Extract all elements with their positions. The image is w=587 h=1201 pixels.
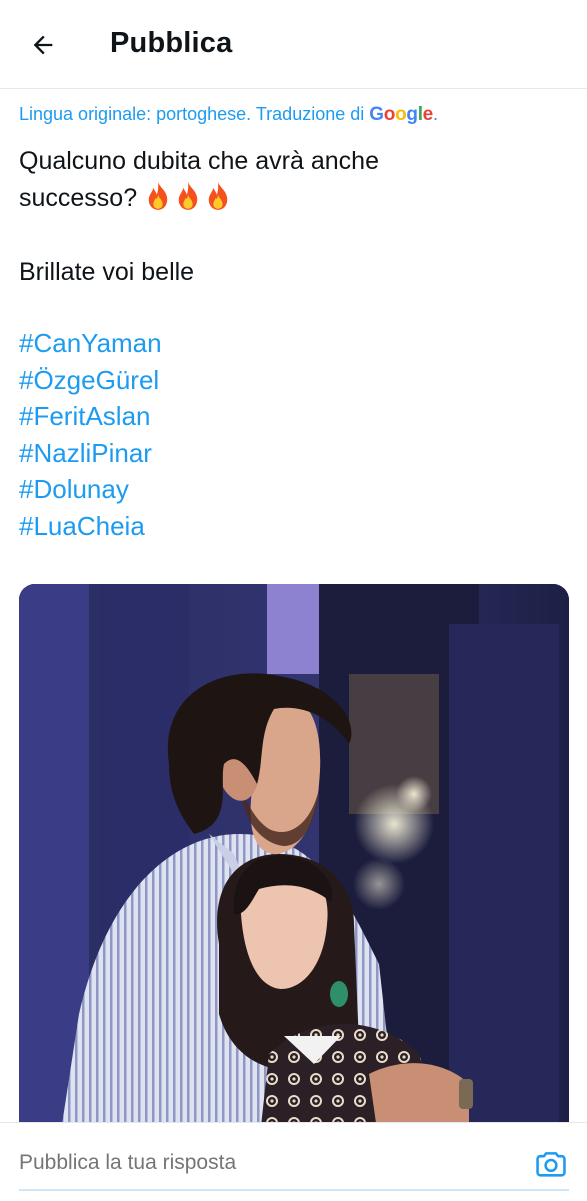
- back-button[interactable]: [22, 24, 64, 66]
- hashtag-link[interactable]: #FeritAslan: [19, 398, 162, 435]
- camera-icon: [536, 1152, 566, 1177]
- tweet-line-2: successo?: [19, 180, 564, 217]
- hashtag-link[interactable]: #Dolunay: [19, 471, 162, 508]
- top-bar: Pubblica: [0, 0, 587, 89]
- tweet-line-1: Qualcuno dubita che avrà anche: [19, 147, 379, 175]
- hashtag-list: #CanYaman #ÖzgeGürel #FeritAslan #NazliP…: [19, 325, 162, 544]
- tweet-text: Qualcuno dubita che avrà anche successo?…: [19, 143, 564, 291]
- reply-input-underline: [19, 1189, 569, 1191]
- camera-button[interactable]: [531, 1144, 571, 1184]
- page-title: Pubblica: [110, 27, 233, 59]
- google-logo[interactable]: Google: [369, 104, 433, 125]
- fire-emoji-group: [144, 182, 234, 212]
- hashtag-link[interactable]: #LuaCheia: [19, 508, 162, 545]
- translation-notice: Lingua originale: portoghese. Traduzione…: [19, 104, 438, 125]
- translation-label: Lingua originale: portoghese. Traduzione…: [19, 104, 365, 124]
- fire-icon: [148, 182, 168, 210]
- fire-icon: [208, 182, 228, 210]
- tweet-photo[interactable]: [19, 584, 569, 1144]
- hashtag-link[interactable]: #ÖzgeGürel: [19, 362, 162, 399]
- tweet-line-3: Brillate voi belle: [19, 258, 195, 286]
- reply-composer: [0, 1122, 587, 1201]
- reply-input[interactable]: [19, 1151, 499, 1175]
- fire-icon: [178, 182, 198, 210]
- photo-illustration: [19, 584, 569, 1144]
- arrow-left-icon: [33, 35, 53, 55]
- hashtag-link[interactable]: #CanYaman: [19, 325, 162, 362]
- hashtag-link[interactable]: #NazliPinar: [19, 435, 162, 472]
